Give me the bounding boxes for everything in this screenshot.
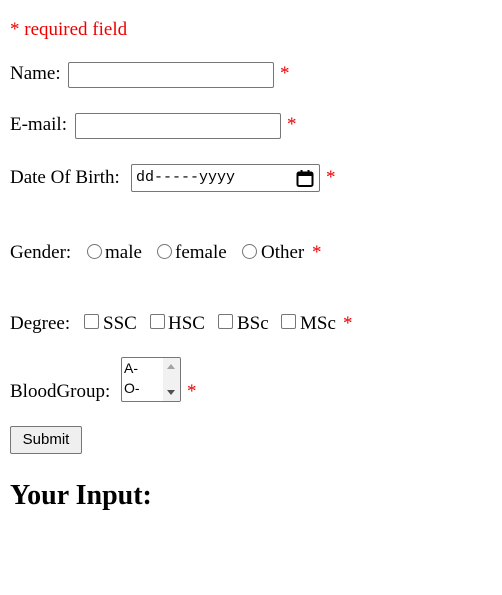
email-required-asterisk: *: [287, 114, 297, 135]
gender-label: Gender:: [10, 242, 72, 263]
name-required-asterisk: *: [280, 63, 290, 84]
blood-group-required-asterisk: *: [187, 381, 197, 402]
email-input[interactable]: [75, 113, 281, 139]
degree-msc-checkbox[interactable]: [281, 314, 296, 329]
degree-ssc-label: SSC: [103, 313, 137, 334]
your-input-heading: Your Input:: [10, 480, 152, 511]
scroll-down-arrow-icon[interactable]: [167, 390, 175, 395]
gender-female-radio[interactable]: [157, 244, 172, 259]
degree-label: Degree:: [10, 313, 71, 334]
blood-group-option[interactable]: A-: [124, 360, 138, 376]
degree-hsc-checkbox[interactable]: [150, 314, 165, 329]
submit-button[interactable]: Submit: [10, 426, 82, 454]
required-field-note: * required field: [10, 19, 128, 40]
degree-msc-label: MSc: [300, 313, 336, 334]
email-label: E-mail:: [10, 114, 67, 135]
name-label: Name:: [10, 63, 61, 84]
gender-male-label: male: [105, 242, 142, 263]
degree-hsc-label: HSC: [168, 313, 205, 334]
degree-bsc-checkbox[interactable]: [218, 314, 233, 329]
blood-group-label: BloodGroup:: [10, 381, 111, 402]
gender-female-label: female: [175, 242, 227, 263]
degree-required-asterisk: *: [343, 313, 353, 334]
dob-required-asterisk: *: [326, 167, 336, 188]
calendar-icon[interactable]: [296, 170, 314, 187]
gender-required-asterisk: *: [312, 242, 322, 263]
blood-group-listbox[interactable]: A- O-: [121, 357, 181, 402]
dob-label: Date Of Birth:: [10, 167, 120, 188]
gender-other-radio[interactable]: [242, 244, 257, 259]
degree-bsc-label: BSc: [237, 313, 269, 334]
gender-male-radio[interactable]: [87, 244, 102, 259]
gender-other-label: Other: [261, 242, 305, 263]
scroll-up-arrow-icon[interactable]: [167, 364, 175, 369]
name-input[interactable]: [68, 62, 274, 88]
blood-group-option[interactable]: O-: [124, 380, 140, 396]
dob-date-input[interactable]: dd-----yyyy: [131, 164, 320, 192]
degree-ssc-checkbox[interactable]: [84, 314, 99, 329]
dob-placeholder: dd-----yyyy: [136, 169, 236, 186]
